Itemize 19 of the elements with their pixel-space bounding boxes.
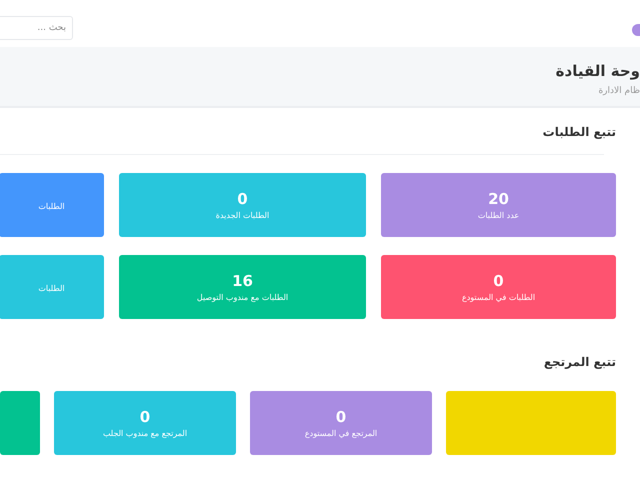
stat-label: الطلبات في المستودع xyxy=(462,293,536,302)
stat-label: المرتجع مع مندوب الجلب xyxy=(102,429,188,438)
stat-value: 0 xyxy=(336,408,346,426)
stat-label: المرتجع في المستودع xyxy=(304,429,378,438)
stat-value: 0 xyxy=(140,408,150,426)
stat-label: الطلبات مع مندوب التوصيل xyxy=(196,293,288,302)
search-field[interactable]: بحث ... xyxy=(0,16,73,40)
breadcrumb: ظام الادارة xyxy=(598,86,640,96)
section-title: تتبع المرتجع xyxy=(544,354,616,369)
stat-label: الطلبات xyxy=(38,202,65,211)
page-title: وحة القيادة xyxy=(556,62,640,80)
stat-label: الطلبات xyxy=(38,284,65,293)
stat-value: 16 xyxy=(232,272,253,290)
stat-value: 20 xyxy=(488,190,509,208)
stat-value: 0 xyxy=(493,272,504,290)
stat-value: 0 xyxy=(237,190,248,208)
stat-label: الطلبات الجديدة xyxy=(216,211,270,220)
stat-label: عدد الطلبات xyxy=(478,211,520,220)
section-title: تتبع الطلبات xyxy=(542,124,616,139)
